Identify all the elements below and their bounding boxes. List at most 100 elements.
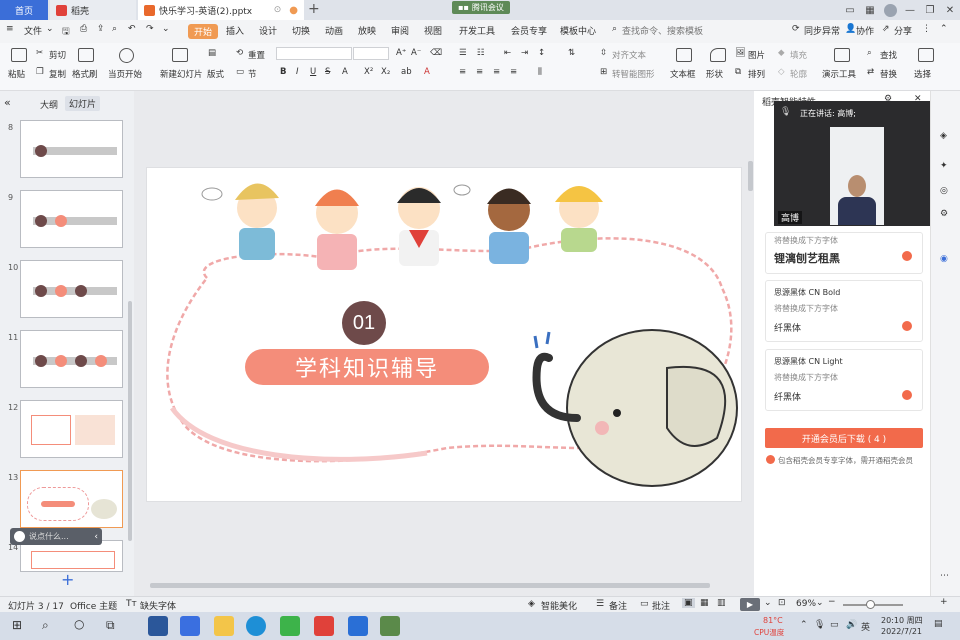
numbering-icon[interactable]: ☷ [477,48,485,58]
slide-canvas[interactable]: 01 学科知识辅导 [146,167,742,502]
reading-view-icon[interactable]: ▥ [717,598,726,608]
layout-icon[interactable]: ▭ [840,0,860,20]
shape-icon[interactable] [710,48,726,62]
text-direction-icon[interactable]: ⇅ [568,48,575,58]
reset-button[interactable]: 重置 [248,49,265,61]
menu-devtools[interactable]: 开发工具 [459,24,495,37]
title-pill[interactable]: 学科知识辅导 [245,349,489,385]
new-slide-button[interactable]: 新建幻灯片 [160,68,203,80]
cut-button[interactable]: 剪切 [49,49,66,61]
char-spacing-icon[interactable]: ab [401,67,412,77]
superscript-icon[interactable]: X² [364,67,373,77]
normal-view-icon[interactable]: ▣ [682,598,695,608]
menu-templates[interactable]: 模板中心 [560,24,596,37]
new-tab-button[interactable]: + [308,1,320,17]
tray-arrow-icon[interactable]: ⌃ [800,620,808,630]
section-button[interactable]: 节 [248,68,257,80]
font-color-icon[interactable]: A [424,67,430,77]
restore-icon[interactable]: ❐ [920,0,940,20]
justify-icon[interactable]: ≡ [510,67,517,77]
monitor-tray-icon[interactable]: ▭ [830,620,839,630]
theme-name[interactable]: Office 主题 [70,599,117,612]
format-painter-icon[interactable] [78,48,94,62]
font-card[interactable]: 将替换成下方字体 锂漓刨艺租黑 [765,232,923,274]
smart-beautify-button[interactable]: 智能美化 [541,599,577,612]
font-family-select[interactable] [276,47,352,60]
add-slide-button[interactable]: + [61,570,74,589]
meeting-app-icon[interactable] [348,616,368,636]
slide-thumbnail[interactable] [20,190,123,248]
location-icon[interactable]: ◉ [940,254,948,264]
folder-icon[interactable] [214,616,234,636]
app-blue-icon[interactable] [180,616,200,636]
video-call-window[interactable]: 🎙 正在讲话: 高博; 高博 [774,101,942,226]
menu-file[interactable]: 文件 [24,24,42,37]
smart-graphic-button[interactable]: 转智能图形 [612,68,655,80]
edge-icon[interactable] [246,616,266,636]
font-card[interactable]: 思源黑体 CN Light 将替换成下方字体 纤黑体 [765,349,923,411]
layout-button[interactable]: 版式 [207,68,224,80]
align-text-button[interactable]: 对齐文本 [612,49,646,61]
indent-increase-icon[interactable]: ⇥ [521,48,528,58]
slide-thumbnail[interactable] [20,400,123,458]
assistant-bubble[interactable]: 说点什么... ‹ [10,528,102,545]
quick-print-icon[interactable]: ⎙ [80,24,87,34]
select-icon[interactable] [918,48,934,62]
textbox-button[interactable]: 文本框 [670,68,696,80]
zoom-level[interactable]: 69% [796,599,816,609]
copy-button[interactable]: 复制 [49,68,66,80]
game-icon[interactable] [380,616,400,636]
presenter-tools-button[interactable]: 演示工具 [822,68,856,80]
quick-export-icon[interactable]: ⇪ [97,24,105,34]
download-fonts-button[interactable]: 开通会员后下载 ( 4 ) [765,428,923,448]
meeting-badge[interactable]: ▪▪ 腾讯会议 [452,1,510,14]
zoom-out-icon[interactable]: − [828,597,836,607]
missing-font-button[interactable]: 缺失字体 [140,599,176,612]
slide-thumbnail[interactable] [20,330,123,388]
paste-icon[interactable] [11,48,27,62]
more-tools-icon[interactable]: ⋯ [940,571,949,581]
share-button[interactable]: 分享 [894,24,912,37]
tab-refresh-icon[interactable]: ⊙ [274,5,282,15]
align-left-icon[interactable]: ≡ [459,67,466,77]
input-language[interactable]: 英 [861,620,870,633]
grid-icon[interactable]: ▦ [860,0,880,20]
wechat-icon[interactable] [280,616,300,636]
quick-preview-icon[interactable]: ⌕ [112,24,117,34]
align-right-icon[interactable]: ≡ [493,67,500,77]
cortana-icon[interactable]: ○ [74,617,84,631]
line-spacing-icon[interactable]: ↕ [538,48,545,58]
clock-time[interactable]: 20:10 周四 [881,615,923,626]
notes-button[interactable]: 备注 [609,599,627,612]
menu-slideshow[interactable]: 放映 [358,24,376,37]
command-search[interactable]: 查找命令、搜索模板 [622,24,703,37]
sorter-view-icon[interactable]: ▦ [700,598,709,608]
more-icon[interactable]: ⋮ [922,24,931,34]
menu-icon[interactable]: ≡ [6,24,14,34]
menu-start[interactable]: 开始 [188,24,219,39]
zoom-menu-icon[interactable]: ⌄ [816,598,824,608]
word-icon[interactable] [148,616,168,636]
menu-design[interactable]: 设计 [259,24,277,37]
indent-decrease-icon[interactable]: ⇤ [504,48,511,58]
fit-icon[interactable]: ⊡ [778,598,786,608]
clock-date[interactable]: 2022/7/21 [881,627,922,636]
font-size-select[interactable] [353,47,389,60]
subscript-icon[interactable]: X₂ [381,67,390,77]
replace-button[interactable]: 替换 [880,68,897,80]
wps-icon[interactable] [314,616,334,636]
search-icon[interactable]: ⌕ [612,24,617,34]
picture-button[interactable]: 图片 [748,49,765,61]
slide-thumbnail-current[interactable] [20,470,123,528]
canvas-scrollbar-h[interactable] [150,583,710,588]
mic-tray-icon[interactable]: 🎙 [814,620,825,630]
align-center-icon[interactable]: ≡ [476,67,483,77]
arrange-button[interactable]: 排列 [748,68,765,80]
zoom-slider-thumb[interactable] [866,600,875,609]
shadow-icon[interactable]: A [342,67,348,77]
animation-icon[interactable]: ✦ [940,161,948,171]
undo-icon[interactable]: ↶ [128,24,136,34]
decrease-font-icon[interactable]: A⁻ [411,48,421,58]
bullets-icon[interactable]: ☰ [459,48,467,58]
bold-icon[interactable]: B [280,67,286,77]
